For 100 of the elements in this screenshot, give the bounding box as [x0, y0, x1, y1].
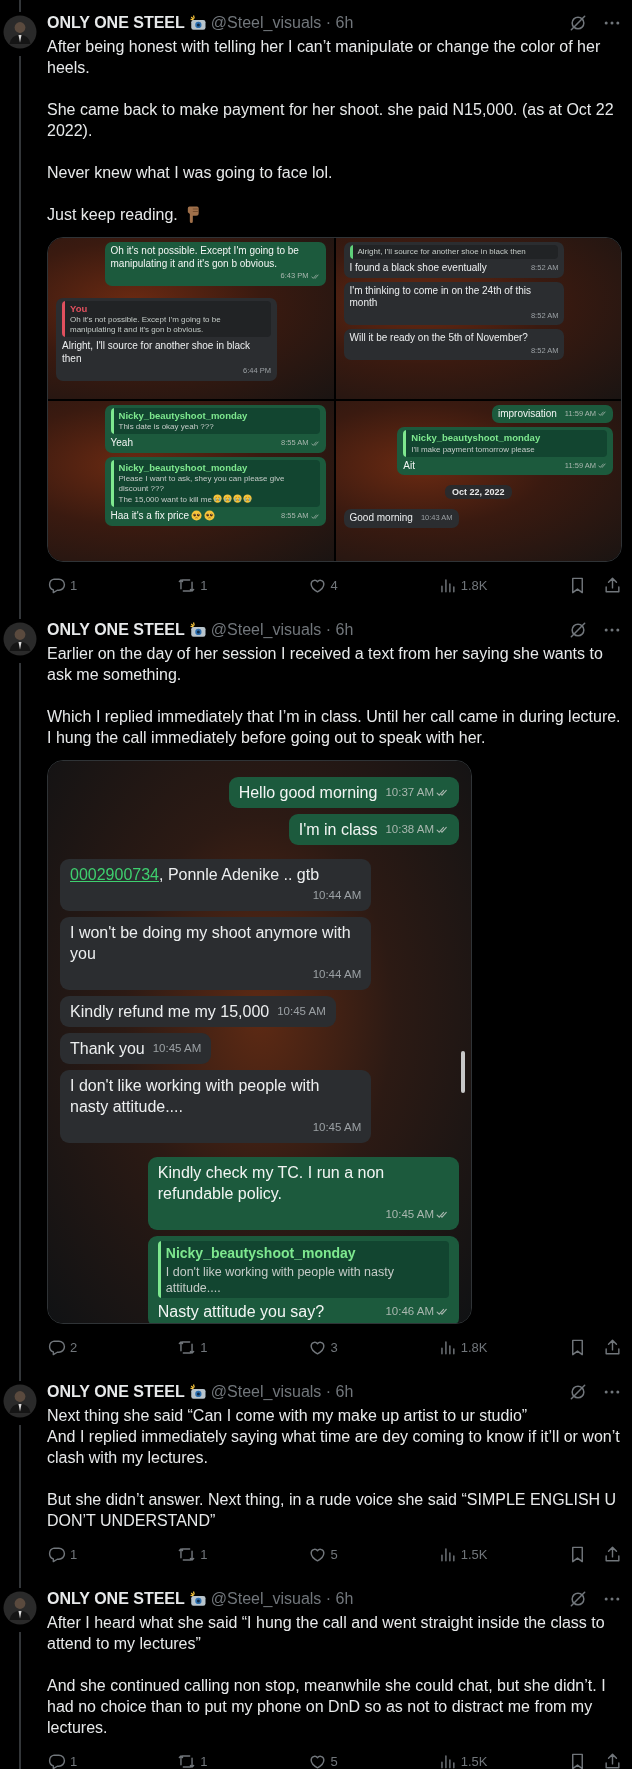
slashed-circle-icon[interactable]: [568, 1589, 588, 1609]
views-count: 1.5K: [460, 1546, 488, 1562]
likes-count: 5: [330, 1753, 338, 1769]
author-name[interactable]: ONLY ONE STEEL: [47, 1590, 185, 1608]
message-text: Thank you: [70, 1039, 145, 1059]
message-text: Kindly check my TC. I run a non refundable policy.: [157, 1163, 386, 1204]
crying-face-icon: [232, 494, 242, 503]
replies-count: 2: [70, 1339, 78, 1355]
message-text: I won't be doing my shoot anymore with you: [70, 923, 352, 964]
quote-text: Oh it's not possible. Except I'm going to be manipulating it and it's gon b obvious.: [70, 315, 222, 335]
message-time: 10:45 AM: [152, 1041, 202, 1056]
read-ticks-icon: [310, 511, 320, 521]
likes-count: 4: [330, 577, 338, 593]
camera-icon: [188, 14, 207, 32]
handle-and-time: @Steel_visuals · 6h: [210, 621, 355, 639]
message-text: I don't like working with people with nasty attitude....: [70, 1076, 321, 1117]
tweet-text: Never knew what I was going to face lol.: [47, 163, 334, 183]
author-name[interactable]: ONLY ONE STEEL: [47, 14, 185, 32]
views-count: 1.8K: [460, 1339, 488, 1355]
scrollbar[interactable]: [461, 1051, 465, 1093]
message-time: 10:46 AM: [385, 1304, 434, 1319]
author-name[interactable]: ONLY ONE STEEL: [47, 1383, 185, 1401]
camera-icon: [188, 621, 207, 639]
message-text: Yeah: [110, 437, 133, 450]
likes-count: 5: [330, 1546, 338, 1562]
message-time: 10:45 AM: [385, 1207, 434, 1222]
views-count: 1.5K: [460, 1753, 488, 1769]
tweet-text: Just keep reading.: [47, 204, 622, 225]
share-icon[interactable]: [603, 575, 622, 595]
share-icon[interactable]: [603, 1751, 622, 1769]
replies-count: 1: [70, 1753, 78, 1769]
tweet-text: Earlier on the day of her session I received a text from her saying she wants to ask me something.: [47, 644, 604, 685]
quote-author: Nicky_beautyshoot_monday: [411, 432, 541, 445]
crying-face-icon: [222, 494, 232, 503]
quote-author: Nicky_beautyshoot_monday: [165, 1244, 357, 1263]
reply-icon[interactable]: [47, 1751, 66, 1769]
message-text: Good morning: [349, 512, 413, 525]
quote-text: I'll make payment tomorrow please: [411, 444, 536, 455]
read-ticks-icon: [598, 409, 607, 419]
message-time: 10:38 AM: [385, 822, 434, 837]
camera-icon: [188, 1590, 207, 1608]
tweet-text: Next thing she said “Can I come with my make up artist to ur studio” And I replied immediately saying what time are dey coming to know if it’ll or won’t clash with my lectures.: [47, 1406, 621, 1468]
slashed-circle-icon[interactable]: [568, 13, 588, 33]
reposts-count: 1: [200, 1753, 208, 1769]
message-text: I'm thinking to come in on the 24th of this month: [349, 284, 532, 310]
message-time: 10:44 AM: [312, 888, 362, 903]
quote-author: Nicky_beautyshoot_monday: [118, 409, 248, 422]
quote-text: Alright, I'll source for another shoe in black then: [357, 247, 526, 257]
message-text: I'm in class: [298, 820, 378, 840]
message-time: 10:45 AM: [312, 1120, 362, 1135]
camera-icon: [188, 1383, 207, 1401]
tweet-text: After being honest with telling her I can’t manipulate or change the color of her heels.: [47, 37, 602, 78]
date-chip: Oct 22, 2022: [444, 485, 512, 499]
message-text: Oh it's not possible. Except I'm going to be manipulating it and it's gon b obvious.: [110, 245, 300, 270]
message-text: Kindly refund me my 15,000: [70, 1002, 270, 1022]
read-ticks-icon: [598, 461, 607, 471]
quote-text: I don't like working with people with nasty attitude....: [165, 1264, 395, 1296]
chat-screenshot[interactable]: [47, 237, 622, 562]
quote-author: Nicky_beautyshoot_monday: [118, 461, 249, 474]
share-icon[interactable]: [603, 1544, 622, 1564]
crying-face-icon: [212, 494, 222, 503]
reply-icon[interactable]: [47, 575, 66, 595]
reposts-count: 1: [200, 1339, 208, 1355]
tweet-text: But she didn’t answer. Next thing, in a rude voice she said “SIMPLE ENGLISH U DON’T UNDERSTAND”: [47, 1490, 618, 1531]
views-count: 1.8K: [460, 577, 488, 593]
tweet-text: After I heard what she said “I hung the call and went straight inside the class to attend to my lectures”: [47, 1613, 606, 1654]
likes-count: 3: [330, 1339, 338, 1355]
replies-count: 1: [70, 577, 78, 593]
slashed-circle-icon[interactable]: [568, 1382, 588, 1402]
message-text: Haa it's a fix price: [110, 510, 216, 523]
message-text: I found a black shoe eventually: [349, 262, 487, 275]
account-number-link[interactable]: 0002900734: [70, 866, 159, 883]
tweet-text: Which I replied immediately that I’m in class. Until her call came in during lecture. I hung the call immediately before going out to speak with her.: [47, 707, 622, 748]
slashed-circle-icon[interactable]: [568, 620, 588, 640]
message-time: 10:37 AM: [385, 785, 434, 800]
read-ticks-icon: [310, 438, 320, 448]
tweet-text: She came back to make payment for her shoot. she paid N15,000. (as at Oct 22 2022).: [47, 100, 615, 141]
quote-text: Please I want to ask, shey you can please give discount ??? The 15,000 want to kill me: [118, 474, 286, 505]
handle-and-time: @Steel_visuals · 6h: [210, 1590, 355, 1608]
message-text: 0002900734, Ponnle Adenike .. gtb: [70, 865, 320, 885]
message-text: Will it be ready on the 5th of November?: [349, 332, 528, 345]
author-name[interactable]: ONLY ONE STEEL: [47, 621, 185, 639]
quote-text: This date is okay yeah ???: [118, 422, 215, 432]
reply-icon[interactable]: [47, 1544, 66, 1564]
share-icon[interactable]: [603, 1337, 622, 1357]
chat-screenshot[interactable]: [47, 760, 472, 1324]
pleading-face-icon: [204, 510, 216, 521]
message-time: 10:45 AM: [277, 1004, 326, 1019]
crying-face-icon: [242, 494, 252, 503]
message-text: Hello good morning: [238, 783, 378, 803]
handle-and-time: @Steel_visuals · 6h: [210, 1383, 355, 1401]
message-text: Alright, I'll source for another shoe in black then: [62, 340, 252, 365]
reposts-count: 1: [200, 1546, 208, 1562]
tweet-text: And she continued calling non stop, meanwhile she could chat, but she didn’t. I had no choice than to put my phone on DnD so as not to distract me from my lectures.: [47, 1676, 607, 1738]
message-text: Ait: [403, 459, 416, 472]
reply-icon[interactable]: [47, 1337, 66, 1357]
quote-author: You: [70, 302, 89, 315]
handle-and-time: @Steel_visuals · 6h: [210, 14, 355, 32]
pleading-face-icon: [191, 510, 203, 521]
read-ticks-icon: [310, 271, 320, 281]
